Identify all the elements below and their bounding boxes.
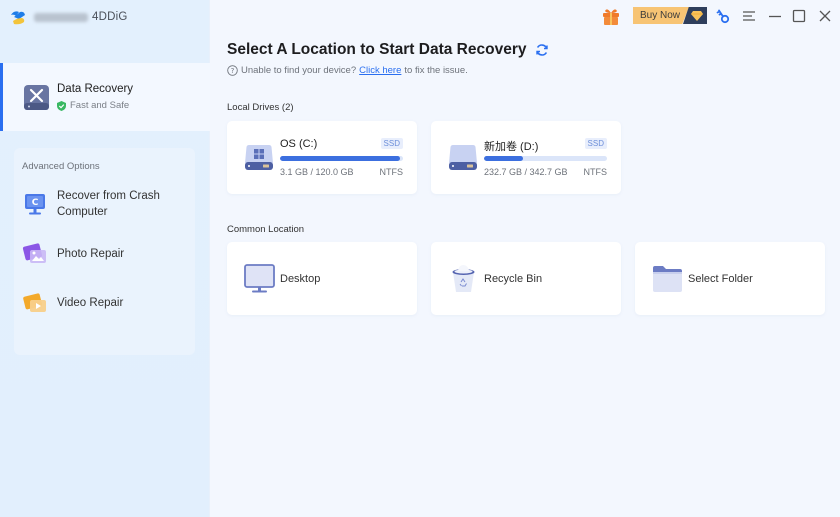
drive-card-c[interactable]: OS (C:) SSD 3.1 GB / 120.0 GB NTFS <box>227 121 417 194</box>
photo-repair-label: Photo Repair <box>57 248 125 260</box>
desktop-icon <box>244 264 275 293</box>
windows-drive-icon <box>245 145 273 170</box>
ssd-badge: SSD <box>584 138 607 149</box>
svg-text:C: C <box>32 198 39 208</box>
drive-usage-fill <box>484 156 524 161</box>
help-circle-icon: ? <box>227 65 238 76</box>
sidebar-item-data-recovery[interactable]: Data Recovery Fast and Safe <box>0 63 210 131</box>
drive-usage-bar <box>484 156 607 161</box>
drive-filesystem: NTFS <box>379 167 404 177</box>
drive-name: OS (C:) <box>280 138 318 150</box>
data-recovery-label: Data Recovery <box>57 83 134 95</box>
crash-computer-icon: C <box>25 194 45 215</box>
recycle-bin-icon <box>452 265 475 292</box>
svg-text:?: ? <box>231 67 235 75</box>
shield-check-icon <box>57 100 66 111</box>
hint-text-after: to fix the issue. <box>404 65 468 76</box>
hint-text-before: Unable to find your device? <box>241 65 357 76</box>
refresh-icon[interactable] <box>535 43 549 57</box>
drive-card-d[interactable]: 新加卷 (D:) SSD 232.7 GB / 342.7 GB NTFS <box>431 121 621 194</box>
drive-name: 新加卷 (D:) <box>484 141 539 153</box>
brand-prefix-redacted <box>34 12 88 22</box>
photo-repair-icon <box>22 243 46 263</box>
ssd-badge: SSD <box>380 138 403 149</box>
drive-usage-fill <box>280 156 400 161</box>
sidebar-item-video-repair[interactable]: Video Repair <box>22 290 187 316</box>
click-here-link[interactable]: Click here <box>359 65 401 76</box>
location-label: Desktop <box>280 272 321 285</box>
sidebar-item-crash-computer[interactable]: C Recover from Crash Computer <box>22 188 187 220</box>
main-content: Select A Location to Start Data Recovery… <box>211 0 840 517</box>
brand: 4DDiG <box>8 7 128 27</box>
location-label: Select Folder <box>688 272 753 285</box>
crash-computer-label: Recover from Crash Computer <box>57 190 160 218</box>
folder-icon <box>653 266 682 292</box>
location-desktop[interactable]: Desktop <box>227 242 417 315</box>
location-select-folder[interactable]: Select Folder <box>635 242 825 315</box>
location-recycle-bin[interactable]: Recycle Bin <box>431 242 621 315</box>
subtitle-text: Fast and Safe <box>70 100 130 111</box>
sidebar: 4DDiG Data Recovery Fast and Safe Advanc… <box>0 0 210 517</box>
video-repair-icon <box>23 293 46 312</box>
video-repair-label: Video Repair <box>57 297 124 309</box>
sidebar-item-photo-repair[interactable]: Photo Repair <box>22 241 187 267</box>
local-drives-label: Local Drives (2) <box>227 102 294 113</box>
drive-filesystem: NTFS <box>583 167 608 177</box>
drive-size: 3.1 GB / 120.0 GB <box>280 167 354 177</box>
page-title: Select A Location to Start Data Recovery <box>227 41 549 59</box>
brand-name: 4DDiG <box>92 11 128 23</box>
location-label: Recycle Bin <box>484 272 543 285</box>
advanced-options-panel: Advanced Options C Recover from Crash Co… <box>14 148 195 355</box>
drive-size: 232.7 GB / 342.7 GB <box>484 167 568 177</box>
4ddig-logo-icon <box>11 11 25 25</box>
page-title-text: Select A Location to Start Data Recovery <box>227 41 527 58</box>
drive-icon <box>449 145 477 170</box>
data-recovery-subtitle: Fast and Safe <box>57 100 133 111</box>
drive-usage-bar <box>280 156 403 161</box>
common-location-label: Common Location <box>227 224 305 235</box>
data-recovery-icon <box>24 84 49 110</box>
advanced-options-heading: Advanced Options <box>22 161 100 172</box>
device-hint: ? Unable to find your device? Click here… <box>227 65 468 76</box>
